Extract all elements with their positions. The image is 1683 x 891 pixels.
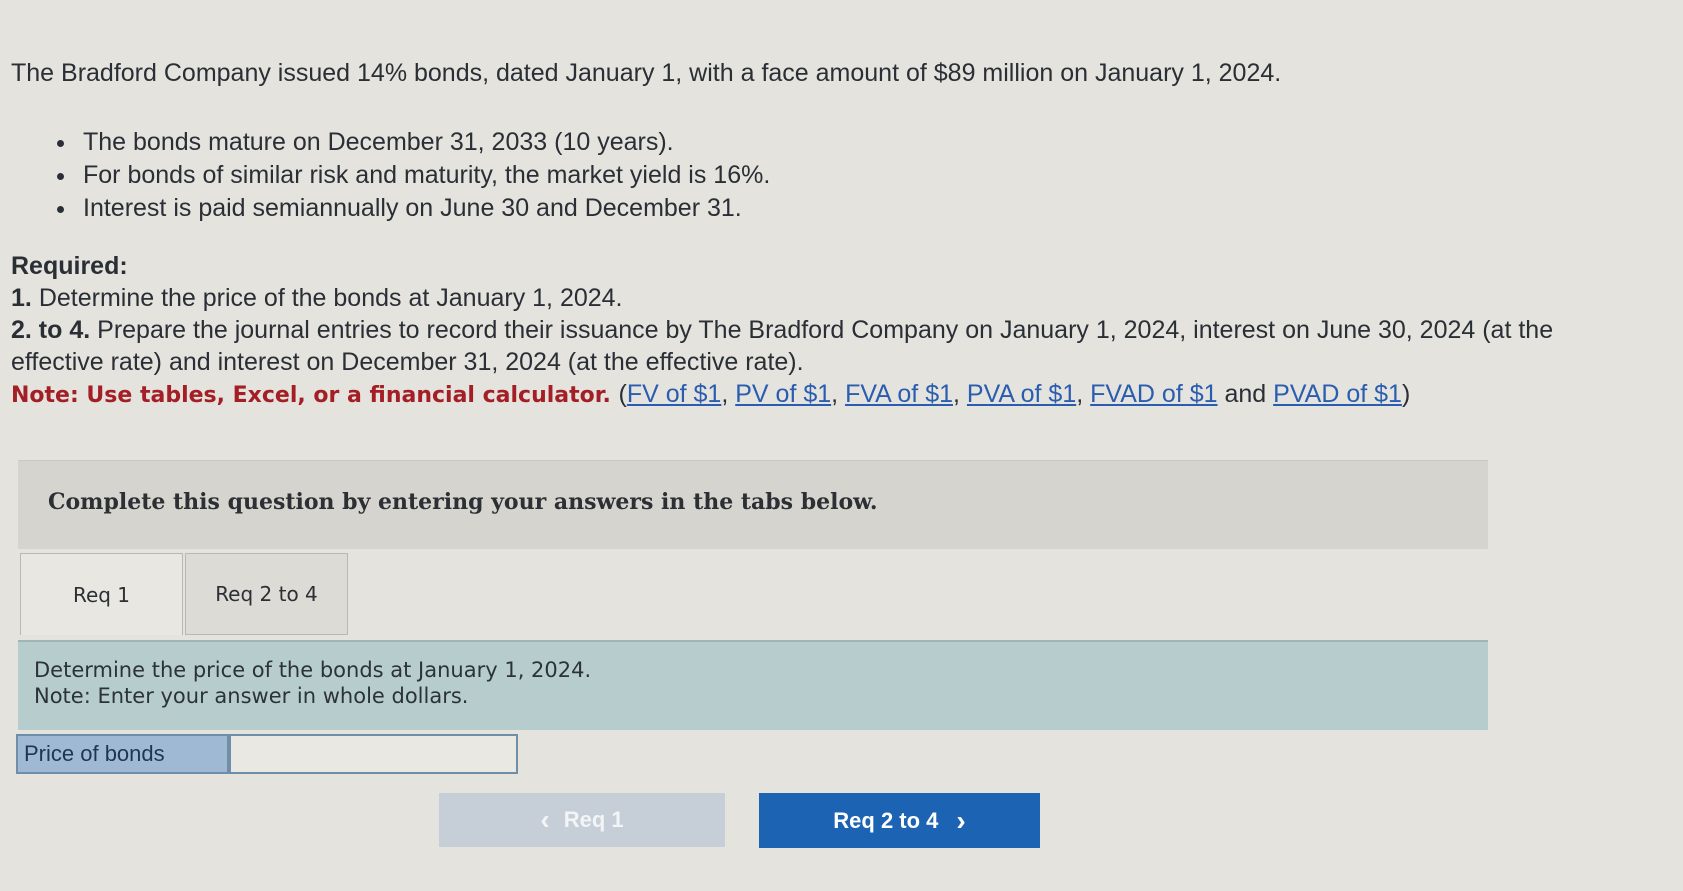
table-links: (FV of $1, PV of $1, FVA of $1, PVA of $… [618, 380, 1411, 408]
bullet-interest-schedule: Interest is paid semiannually on June 30… [55, 192, 770, 225]
next-req-label: Req 2 to 4 [833, 807, 939, 833]
problem-intro: The Bradford Company issued 14% bonds, d… [11, 59, 1282, 87]
instruction-line-2: Note: Enter your answer in whole dollars… [34, 684, 469, 708]
calculator-note-label: Note: Use tables, Excel, or a financial … [11, 383, 611, 408]
bullet-maturity: The bonds mature on December 31, 2033 (1… [55, 126, 770, 159]
link-fva-of-1[interactable]: FVA of $1 [845, 380, 953, 408]
prev-req-button[interactable]: ‹ Req 1 [439, 793, 725, 847]
instruction-panel: Determine the price of the bonds at Janu… [18, 640, 1488, 730]
requirement-1: 1. Determine the price of the bonds at J… [11, 282, 1631, 314]
prev-req-label: Req 1 [563, 807, 624, 832]
requirement-1-number: 1. [11, 284, 32, 312]
link-pvad-of-1[interactable]: PVAD of $1 [1273, 380, 1402, 408]
tab-req-2-to-4[interactable]: Req 2 to 4 [185, 553, 348, 635]
bullet-market-yield: For bonds of similar risk and maturity, … [55, 159, 770, 192]
chevron-right-icon: › [956, 804, 966, 836]
link-pv-of-1[interactable]: PV of $1 [735, 380, 831, 408]
next-req-button[interactable]: Req 2 to 4 › [759, 793, 1040, 848]
problem-bullets: The bonds mature on December 31, 2033 (1… [55, 126, 770, 225]
chevron-left-icon: ‹ [540, 804, 550, 835]
requirement-1-text: Determine the price of the bonds at Janu… [38, 284, 623, 312]
link-pva-of-1[interactable]: PVA of $1 [967, 380, 1076, 408]
required-section: Required: 1. Determine the price of the … [11, 250, 1631, 412]
and-word: and [1224, 380, 1267, 408]
requirement-2-4-text: Prepare the journal entries to record th… [11, 316, 1554, 376]
instruction-line-1: Determine the price of the bonds at Janu… [34, 658, 592, 682]
calculator-note: Note: Use tables, Excel, or a financial … [11, 378, 1631, 412]
requirement-2-4: 2. to 4. Prepare the journal entries to … [11, 314, 1631, 378]
required-heading: Required: [11, 252, 128, 280]
price-of-bonds-label: Price of bonds [16, 734, 229, 774]
tab-req-2-to-4-label: Req 2 to 4 [215, 582, 318, 606]
link-fv-of-1[interactable]: FV of $1 [627, 380, 722, 408]
tab-req-1-label: Req 1 [72, 582, 131, 607]
requirement-2-4-number: 2. to 4. [11, 316, 91, 344]
link-fvad-of-1[interactable]: FVAD of $1 [1090, 380, 1217, 408]
price-of-bonds-input[interactable] [229, 734, 518, 774]
tab-req-1[interactable]: Req 1 [20, 553, 183, 635]
tabs-banner: Complete this question by entering your … [18, 460, 1488, 549]
tabs-banner-text: Complete this question by entering your … [48, 489, 878, 515]
